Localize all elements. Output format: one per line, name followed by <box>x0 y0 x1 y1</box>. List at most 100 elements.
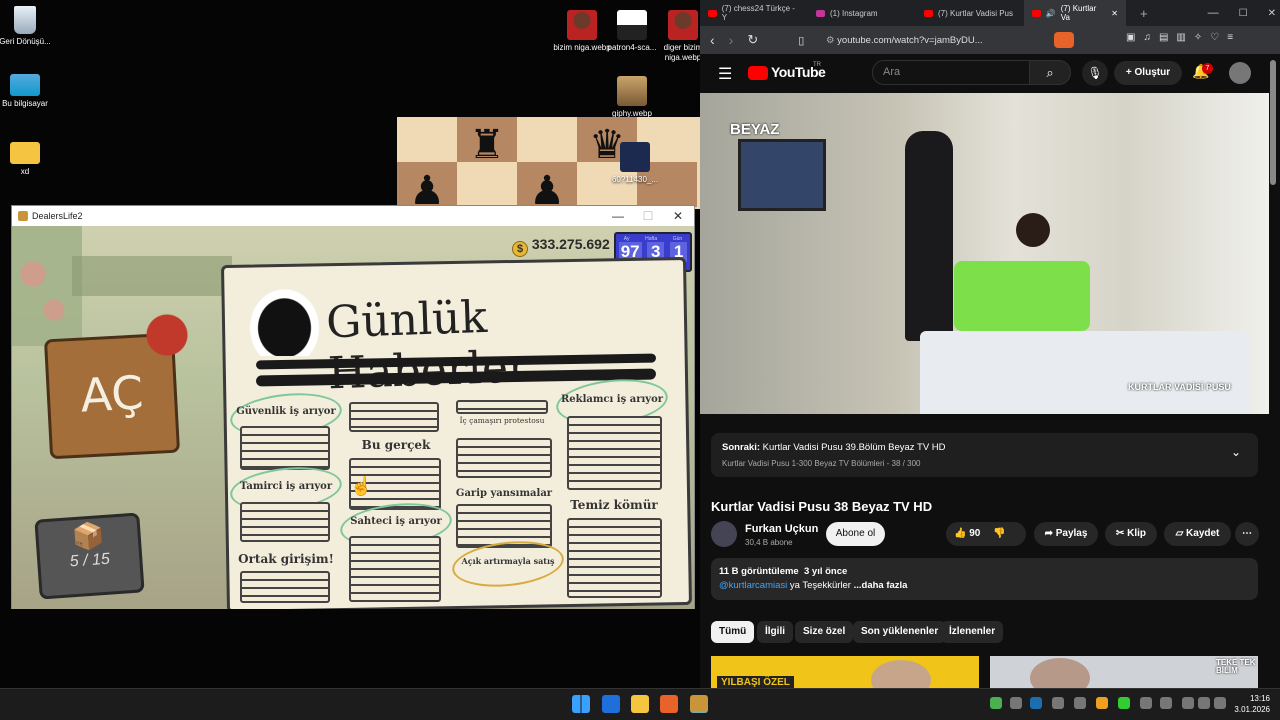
file-explorer-icon[interactable] <box>631 695 649 713</box>
news-joint-venture[interactable]: Ortak girişim! <box>234 552 338 566</box>
mic-tray-icon[interactable] <box>1140 697 1152 709</box>
bookmark-icon: ▱ <box>1175 528 1187 539</box>
search-button[interactable]: ⌕ <box>1029 60 1071 85</box>
maximize-icon[interactable]: ☐ <box>1239 8 1248 19</box>
chip-watched[interactable]: İzlenenler <box>941 621 1004 643</box>
rook-piece-icon[interactable]: ♜ <box>457 123 517 168</box>
page-scrollbar[interactable] <box>1270 60 1276 185</box>
news-advertiser-job[interactable]: Reklamcı iş arıyor <box>560 394 664 405</box>
maximize-icon[interactable]: ☐ <box>633 206 663 226</box>
dealerslife-taskbar-icon[interactable] <box>690 695 708 713</box>
menu-icon[interactable]: ☰ <box>718 64 732 84</box>
tray-icon[interactable] <box>990 697 1002 709</box>
video-player[interactable]: BEYAZ KURTLAR VADİSİ PUSU <box>700 93 1269 414</box>
clock[interactable]: 13:16 3.01.2026 <box>1228 693 1270 715</box>
desktop-icon-folder-xd[interactable]: xd <box>0 142 57 177</box>
reload-icon[interactable]: ↻ <box>747 32 758 48</box>
news-underwear-protest[interactable]: İç çamaşırı protestosu <box>452 416 552 425</box>
news-auction-sale[interactable]: Açık artırmayla satış <box>456 556 560 566</box>
window-titlebar[interactable]: DealersLife2 — ☐ ✕ <box>12 206 694 226</box>
news-security-job[interactable]: Güvenlik iş arıyor <box>234 406 338 417</box>
dealerslife-window[interactable]: DealersLife2 — ☐ ✕ $ 333.275.692 Ay Haft… <box>11 205 695 609</box>
news-mechanic-job[interactable]: Tamirci iş arıyor <box>234 481 338 492</box>
news-clean-coal[interactable]: Temiz kömür <box>562 498 666 512</box>
search-input[interactable]: Ara <box>872 60 1030 85</box>
close-icon[interactable]: ✕ <box>1268 8 1276 19</box>
volume-icon[interactable] <box>1198 697 1210 709</box>
news-this-is-real[interactable]: Bu gerçek <box>346 438 446 452</box>
network-icon[interactable] <box>1182 697 1194 709</box>
like-count[interactable]: 90 <box>969 528 980 539</box>
desktop-icon-recycle-bin[interactable]: Geri Dönüşü... <box>0 6 57 47</box>
inventory-box[interactable]: 📦 5 / 15 <box>34 512 145 600</box>
close-icon[interactable]: ✕ <box>663 206 693 226</box>
tab-kurtlar-active[interactable]: 🔊 (7) Kurtlar Va ✕ <box>1024 0 1126 26</box>
mic-icon[interactable]: 🎙 <box>1082 60 1108 86</box>
description-box[interactable]: 11 B görüntüleme 3 yıl önce @kurtlarcami… <box>711 558 1258 600</box>
tray-icon[interactable] <box>1010 697 1022 709</box>
channel-avatar[interactable] <box>711 521 737 547</box>
desktop-icon-image-file[interactable]: 60?11430_... <box>603 142 667 185</box>
subscribe-button[interactable]: Abone ol <box>826 522 885 546</box>
brave-browser-icon[interactable] <box>660 695 678 713</box>
battery-icon[interactable] <box>1214 697 1226 709</box>
more-actions-icon[interactable]: ⋯ <box>1235 522 1259 546</box>
save-button[interactable]: ▱ Kaydet <box>1164 522 1231 546</box>
widgets-icon[interactable] <box>602 695 620 713</box>
thumbnail-1[interactable]: YILBAŞI ÖZEL <box>711 656 979 688</box>
like-dislike-group: 👍 90 👎 <box>946 522 1026 546</box>
tab-kurtlar-1[interactable]: (7) Kurtlar Vadisi Pus <box>916 0 1024 26</box>
address-bar[interactable]: ⚙ youtube.com/watch?v=jamByDU... <box>826 33 1066 49</box>
steam-icon[interactable] <box>1030 697 1042 709</box>
tray-icon[interactable] <box>1096 697 1108 709</box>
search-icon: ⌕ <box>1046 65 1054 80</box>
create-button[interactable]: + Oluştur <box>1114 61 1182 85</box>
tray-icon[interactable] <box>1074 697 1086 709</box>
chip-for-you[interactable]: Size özel <box>795 621 854 643</box>
like-icon[interactable]: 👍 <box>954 528 966 539</box>
youtube-logo-icon[interactable] <box>748 66 768 80</box>
pawn-piece-icon[interactable]: ♟ <box>517 169 577 210</box>
thumbnail-2[interactable]: TEKE TEK BİLİM <box>990 656 1258 688</box>
thumbnail-person <box>1030 658 1090 688</box>
brave-shield-icon[interactable] <box>1054 32 1074 48</box>
new-tab-icon[interactable]: + <box>1140 6 1148 21</box>
show-more-link[interactable]: ...daha fazla <box>854 580 908 591</box>
recycle-bin-icon <box>14 6 36 34</box>
game-scene[interactable]: $ 333.275.692 Ay Hafta Gün 97 3 1 AÇ 📦 5… <box>12 226 694 609</box>
start-icon[interactable] <box>572 695 590 713</box>
chevron-left-icon[interactable] <box>1052 697 1064 709</box>
site-info-icon[interactable]: ⚙ <box>826 35 837 46</box>
dislike-icon[interactable]: 👎 <box>993 528 1005 539</box>
minimize-icon[interactable]: — <box>603 206 633 226</box>
toolbar-extensions[interactable]: ▣♫▤▥✧♡≡ <box>1126 32 1241 43</box>
tray-icon[interactable] <box>1118 697 1130 709</box>
share-icon: ➦ <box>1044 528 1056 539</box>
forward-icon[interactable]: › <box>729 32 734 48</box>
chip-all[interactable]: Tümü <box>711 621 755 643</box>
news-strange-reflections[interactable]: Garip yansımalar <box>452 488 556 499</box>
tab-instagram[interactable]: (1) Instagram <box>808 0 916 26</box>
desktop-icon-this-pc[interactable]: Bu bilgisayar <box>0 74 57 109</box>
chip-recent[interactable]: Son yüklenenler <box>853 621 947 643</box>
minimize-icon[interactable]: — <box>1208 7 1219 19</box>
close-tab-icon[interactable]: ✕ <box>1111 9 1118 18</box>
avatar[interactable] <box>1229 62 1251 84</box>
article-lines <box>240 502 330 542</box>
pawn-piece-icon[interactable]: ♟ <box>397 169 457 210</box>
share-button[interactable]: ➦ Paylaş <box>1034 522 1098 546</box>
tab-chess24[interactable]: (7) chess24 Türkçe - Y <box>700 0 808 26</box>
tray-icon[interactable] <box>1160 697 1172 709</box>
channel-name[interactable]: Furkan Uçkun <box>745 523 818 535</box>
desktop-icon-giphy[interactable]: giphy.webp <box>600 76 664 119</box>
window-title: DealersLife2 <box>32 211 83 221</box>
bookmark-icon[interactable]: ▯ <box>798 34 804 47</box>
back-icon[interactable]: ‹ <box>710 32 715 48</box>
playlist-panel[interactable]: Sonraki: Kurtlar Vadisi Pusu 39.Bölüm Be… <box>711 433 1258 477</box>
mention-link[interactable]: @kurtlarcamiasi <box>719 580 787 591</box>
clip-button[interactable]: ✂ Klip <box>1105 522 1157 546</box>
news-forger-job[interactable]: Sahteci iş arıyor <box>344 516 448 527</box>
chevron-down-icon[interactable]: ⌄ <box>1231 445 1241 459</box>
image-file-icon <box>620 142 650 172</box>
chip-related[interactable]: İlgili <box>757 621 793 643</box>
